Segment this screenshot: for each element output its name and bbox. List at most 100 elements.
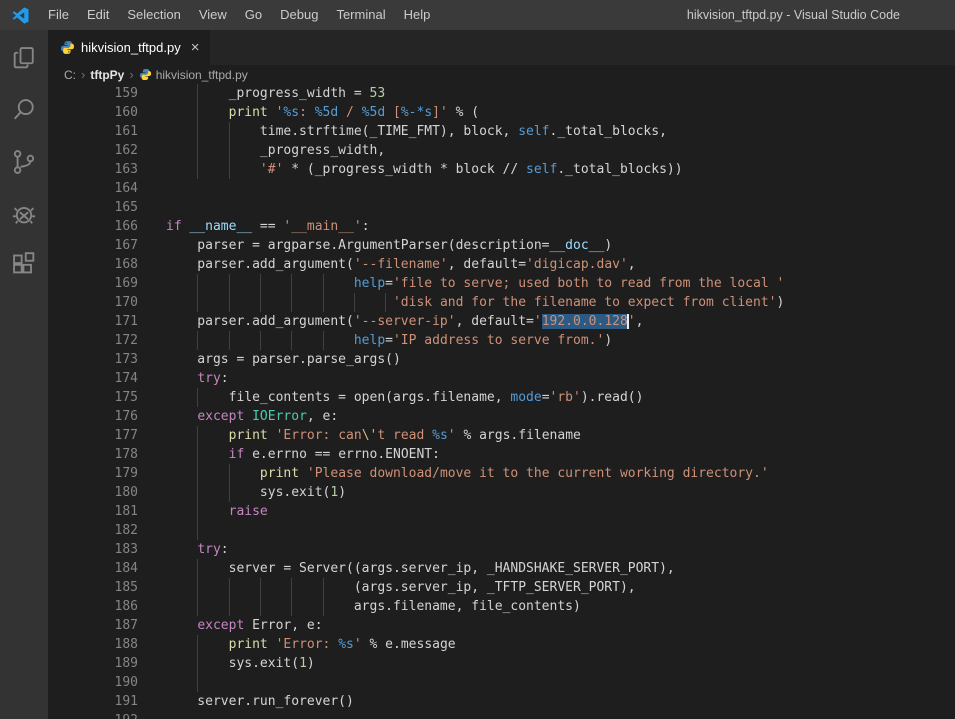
code-line[interactable]: 165 xyxy=(48,198,955,217)
indent-guide xyxy=(323,274,324,293)
code-line[interactable]: 175 file_contents = open(args.filename, … xyxy=(48,388,955,407)
code-line[interactable]: 182 xyxy=(48,521,955,540)
line-number: 183 xyxy=(48,540,138,559)
code-editor[interactable]: 159 _progress_width = 53160 print '%s: %… xyxy=(48,84,955,719)
indent-guide xyxy=(197,388,198,407)
code-line[interactable]: 171 parser.add_argument('--server-ip', d… xyxy=(48,312,955,331)
indent-guide xyxy=(229,160,230,179)
indent-guide xyxy=(197,103,198,122)
indent-guide xyxy=(197,559,198,578)
indent-guide xyxy=(229,293,230,312)
indent-guide xyxy=(197,160,198,179)
indent-guide xyxy=(229,464,230,483)
indent-guide xyxy=(197,445,198,464)
code-line[interactable]: 184 server = Server((args.server_ip, _HA… xyxy=(48,559,955,578)
code-line[interactable]: 163 '#' * (_progress_width * block // se… xyxy=(48,160,955,179)
code-line[interactable]: 177 print 'Error: can\'t read %s' % args… xyxy=(48,426,955,445)
line-number: 177 xyxy=(48,426,138,445)
menu-go[interactable]: Go xyxy=(236,0,271,30)
indent-guide xyxy=(291,578,292,597)
menu-selection[interactable]: Selection xyxy=(118,0,189,30)
indent-guide xyxy=(229,141,230,160)
code-line[interactable]: 185 (args.server_ip, _TFTP_SERVER_PORT), xyxy=(48,578,955,597)
indent-guide xyxy=(229,483,230,502)
menu-help[interactable]: Help xyxy=(395,0,440,30)
code-line[interactable]: 183 try: xyxy=(48,540,955,559)
code-line[interactable]: 178 if e.errno == errno.ENOENT: xyxy=(48,445,955,464)
tab-close-icon[interactable]: × xyxy=(191,40,200,55)
code-line[interactable]: 172 help='IP address to serve from.') xyxy=(48,331,955,350)
code-line[interactable]: 180 sys.exit(1) xyxy=(48,483,955,502)
selected-text: 192.0.0.128 xyxy=(542,314,628,329)
code-line[interactable]: 160 print '%s: %5d / %5d [%-*s]' % ( xyxy=(48,103,955,122)
code-line[interactable]: 173 args = parser.parse_args() xyxy=(48,350,955,369)
code-line[interactable]: 176 except IOError, e: xyxy=(48,407,955,426)
indent-guide xyxy=(197,635,198,654)
code-line[interactable]: 186 args.filename, file_contents) xyxy=(48,597,955,616)
breadcrumb-segment[interactable]: hikvision_tftpd.py xyxy=(139,68,248,82)
search-icon[interactable] xyxy=(10,96,38,124)
explorer-icon[interactable] xyxy=(10,44,38,72)
code-line[interactable]: 159 _progress_width = 53 xyxy=(48,84,955,103)
indent-guide xyxy=(197,483,198,502)
code-line[interactable]: 191 server.run_forever() xyxy=(48,692,955,711)
indent-guide xyxy=(197,502,198,521)
breadcrumb: C: › tftpPy › hikvision_tftpd.py xyxy=(48,65,955,84)
code-line[interactable]: 168 parser.add_argument('--filename', de… xyxy=(48,255,955,274)
code-line[interactable]: 192 xyxy=(48,711,955,719)
code-line[interactable]: 188 print 'Error: %s' % e.message xyxy=(48,635,955,654)
line-number: 180 xyxy=(48,483,138,502)
breadcrumb-separator-icon: › xyxy=(81,67,85,82)
indent-guide xyxy=(197,274,198,293)
line-number: 185 xyxy=(48,578,138,597)
line-number: 161 xyxy=(48,122,138,141)
code-line[interactable]: 179 print 'Please download/move it to th… xyxy=(48,464,955,483)
indent-guide xyxy=(197,464,198,483)
line-number: 190 xyxy=(48,673,138,692)
menu-terminal[interactable]: Terminal xyxy=(327,0,394,30)
indent-guide xyxy=(323,597,324,616)
code-line[interactable]: 169 help='file to serve; used both to re… xyxy=(48,274,955,293)
code-line[interactable]: 181 raise xyxy=(48,502,955,521)
indent-guide xyxy=(260,293,261,312)
activity-bar xyxy=(0,30,48,719)
breadcrumb-segment[interactable]: tftpPy xyxy=(90,68,124,82)
code-line[interactable]: 162 _progress_width, xyxy=(48,141,955,160)
menu-edit[interactable]: Edit xyxy=(78,0,118,30)
indent-guide xyxy=(197,654,198,673)
code-line[interactable]: 166if __name__ == '__main__': xyxy=(48,217,955,236)
code-line[interactable]: 164 xyxy=(48,179,955,198)
menu-debug[interactable]: Debug xyxy=(271,0,327,30)
indent-guide xyxy=(229,122,230,141)
code-line[interactable]: 170 'disk and for the filename to expect… xyxy=(48,293,955,312)
code-line[interactable]: 190 xyxy=(48,673,955,692)
menu-file[interactable]: File xyxy=(39,0,78,30)
line-number: 168 xyxy=(48,255,138,274)
line-number: 179 xyxy=(48,464,138,483)
breadcrumb-segment[interactable]: C: xyxy=(64,68,76,82)
line-number: 189 xyxy=(48,654,138,673)
code-line[interactable]: 187 except Error, e: xyxy=(48,616,955,635)
line-number: 165 xyxy=(48,198,138,217)
line-number: 181 xyxy=(48,502,138,521)
line-number: 160 xyxy=(48,103,138,122)
python-icon xyxy=(60,40,75,55)
menu-bar: FileEditSelectionViewGoDebugTerminalHelp xyxy=(39,0,439,30)
menu-view[interactable]: View xyxy=(190,0,236,30)
code-line[interactable]: 161 time.strftime(_TIME_FMT), block, sel… xyxy=(48,122,955,141)
debug-icon[interactable] xyxy=(10,200,38,228)
indent-guide xyxy=(354,293,355,312)
breadcrumb-separator-icon: › xyxy=(129,67,133,82)
extensions-icon[interactable] xyxy=(10,252,38,280)
line-number: 188 xyxy=(48,635,138,654)
tab-bar: hikvision_tftpd.py × xyxy=(48,30,955,65)
indent-guide xyxy=(260,331,261,350)
code-text: '#' * (_progress_width * block // self._… xyxy=(48,160,683,179)
code-line[interactable]: 174 try: xyxy=(48,369,955,388)
tab-hikvision-tftpd[interactable]: hikvision_tftpd.py × xyxy=(48,30,210,65)
line-number: 174 xyxy=(48,369,138,388)
code-line[interactable]: 189 sys.exit(1) xyxy=(48,654,955,673)
source-control-icon[interactable] xyxy=(10,148,38,176)
line-number: 171 xyxy=(48,312,138,331)
code-line[interactable]: 167 parser = argparse.ArgumentParser(des… xyxy=(48,236,955,255)
